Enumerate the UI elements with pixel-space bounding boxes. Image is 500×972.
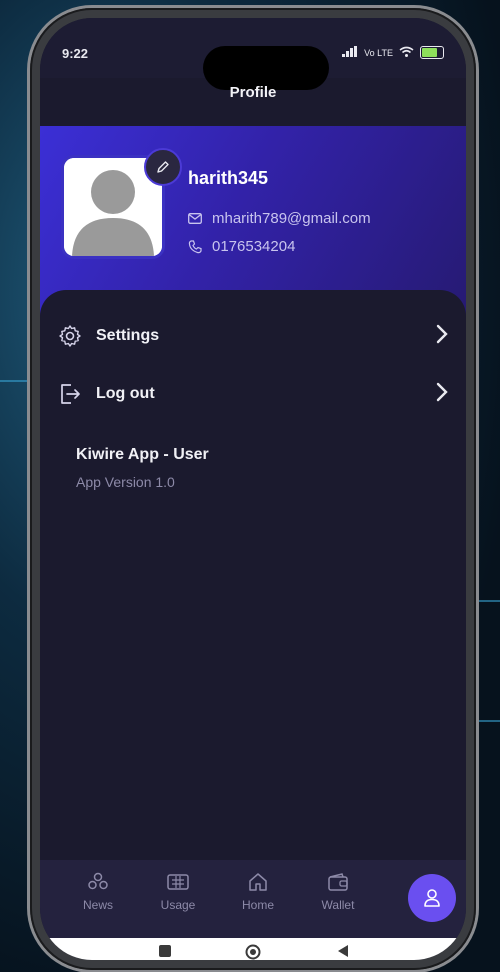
menu-item-settings[interactable]: Settings — [58, 314, 448, 358]
page-title: Profile — [229, 84, 277, 101]
news-icon — [88, 872, 108, 890]
nav-item-home[interactable]: Home — [228, 872, 288, 912]
network-label: Vo LTE — [364, 47, 393, 58]
background-line — [0, 380, 30, 382]
chevron-right-icon — [436, 382, 448, 402]
app-version: App Version 1.0 — [76, 474, 175, 490]
profile-menu-panel: Settings Log out Kiwire App - User App V… — [40, 290, 466, 870]
phone-row: 0176534204 — [188, 238, 295, 255]
usage-icon — [167, 874, 189, 890]
signal-icon — [342, 45, 358, 60]
nav-label-news: News — [82, 898, 113, 912]
nav-label-usage: Usage — [160, 898, 196, 912]
status-time: 9:22 — [62, 46, 89, 61]
logout-icon — [61, 384, 80, 404]
home-button-icon[interactable] — [245, 944, 261, 960]
gear-icon — [59, 325, 81, 347]
home-icon — [249, 873, 267, 891]
profile-phone: 0176534204 — [212, 238, 296, 255]
battery-icon — [420, 46, 444, 59]
system-navigation-bar — [40, 938, 466, 960]
recent-apps-icon[interactable] — [158, 944, 172, 958]
profile-icon — [424, 889, 440, 907]
nav-label-wallet: Wallet — [321, 898, 355, 912]
edit-profile-button[interactable] — [144, 148, 182, 186]
app-name: Kiwire App - User — [76, 446, 209, 463]
screen: 9:22 Vo LTE Profile harith345 mharith789… — [40, 18, 466, 960]
menu-label-settings: Settings — [96, 327, 160, 344]
status-icons: Vo LTE — [342, 45, 444, 60]
background-line — [476, 720, 500, 722]
profile-username: harith345 — [188, 168, 269, 188]
background-line — [476, 600, 500, 602]
pencil-icon — [157, 161, 169, 173]
menu-item-logout[interactable]: Log out — [58, 372, 448, 416]
email-row: mharith789@gmail.com — [188, 210, 371, 227]
nav-item-profile[interactable] — [408, 874, 456, 922]
phone-icon — [188, 239, 202, 253]
nav-item-wallet[interactable]: Wallet — [308, 872, 368, 912]
nav-item-usage[interactable]: Usage — [148, 872, 208, 912]
phone-frame: 9:22 Vo LTE Profile harith345 mharith789… — [30, 8, 476, 970]
chevron-right-icon — [436, 324, 448, 344]
wifi-icon — [399, 45, 414, 60]
mail-icon — [188, 213, 202, 224]
bottom-navigation: News Usage Home Wallet — [40, 860, 466, 938]
menu-label-logout: Log out — [96, 385, 155, 402]
back-button-icon[interactable] — [336, 944, 350, 958]
nav-label-home: Home — [241, 898, 274, 912]
nav-item-news[interactable]: News — [68, 872, 128, 912]
profile-email: mharith789@gmail.com — [212, 210, 371, 227]
wallet-icon — [328, 873, 348, 891]
